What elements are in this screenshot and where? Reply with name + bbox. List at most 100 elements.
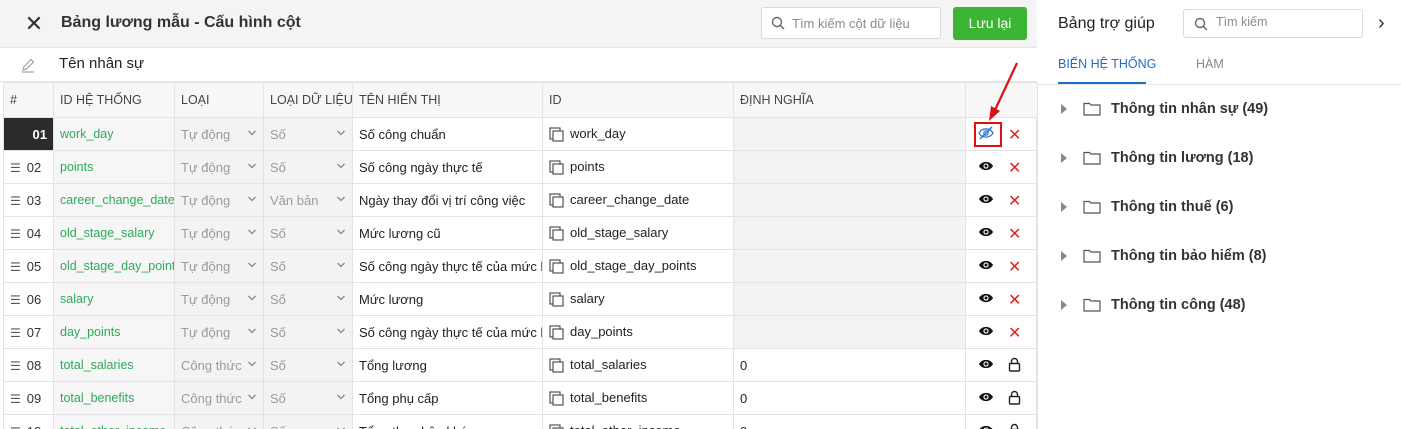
eye-icon[interactable] bbox=[978, 259, 994, 271]
id-cell[interactable]: points bbox=[542, 150, 734, 184]
drag-handle-icon[interactable]: ☰ bbox=[10, 293, 21, 307]
type-select[interactable]: Công thức bbox=[174, 348, 264, 382]
id-cell[interactable]: career_change_date bbox=[542, 183, 734, 217]
caret-right-icon[interactable] bbox=[1060, 250, 1068, 262]
type-select[interactable]: Công thức bbox=[174, 381, 264, 415]
delete-icon[interactable]: ✕ bbox=[1008, 191, 1021, 211]
definition-cell[interactable]: 0 bbox=[733, 348, 966, 382]
eye-icon[interactable] bbox=[978, 292, 994, 304]
row-index[interactable]: ☰ 09 bbox=[3, 381, 54, 415]
type-select[interactable]: Tự động bbox=[174, 315, 264, 349]
drag-handle-icon[interactable]: ☰ bbox=[10, 194, 21, 208]
drag-handle-icon[interactable]: ☰ bbox=[10, 227, 21, 241]
column-search-box[interactable] bbox=[761, 7, 941, 39]
table-row[interactable]: ☰ 09 total_benefits Công thức Số Tổng phụ cấp… bbox=[3, 381, 1038, 415]
data-type-select[interactable]: Số bbox=[263, 381, 353, 415]
data-type-select[interactable]: Số bbox=[263, 117, 353, 151]
drag-handle-icon[interactable]: ☰ bbox=[10, 326, 21, 340]
eye-icon[interactable] bbox=[978, 325, 994, 337]
eye-icon[interactable] bbox=[978, 160, 994, 172]
eye-icon[interactable] bbox=[978, 358, 994, 370]
close-icon[interactable]: ✕ bbox=[22, 12, 46, 36]
drag-handle-icon[interactable]: ☰ bbox=[10, 392, 21, 406]
drag-handle-icon[interactable]: ☰ bbox=[10, 425, 21, 429]
table-row[interactable]: ☰ 06 salary Tự động Số Mức lương salary ✕ bbox=[3, 282, 1038, 316]
column-search-input[interactable] bbox=[792, 14, 934, 32]
data-type-select[interactable]: Số bbox=[263, 216, 353, 250]
help-search-input[interactable] bbox=[1216, 15, 1356, 29]
copy-icon[interactable] bbox=[549, 391, 564, 406]
table-row[interactable]: ☰ 03 career_change_date_ Tự động Văn bản Ngày… bbox=[3, 183, 1038, 217]
help-search-box[interactable] bbox=[1183, 9, 1363, 38]
data-type-select[interactable]: Số bbox=[263, 282, 353, 316]
display-name-cell[interactable]: Số công ngày thực tế của mức l bbox=[352, 249, 543, 283]
definition-cell[interactable] bbox=[733, 249, 966, 283]
display-name-cell[interactable]: Số công ngày thực tế bbox=[352, 150, 543, 184]
definition-cell[interactable]: 0 bbox=[733, 381, 966, 415]
type-select[interactable]: Tự động bbox=[174, 183, 264, 217]
id-cell[interactable]: day_points bbox=[542, 315, 734, 349]
display-name-cell[interactable]: Ngày thay đổi vị trí công việc bbox=[352, 183, 543, 217]
drag-handle-icon[interactable]: ☰ bbox=[10, 161, 21, 175]
row-index[interactable]: ☰ 08 bbox=[3, 348, 54, 382]
tree-item[interactable]: Thông tin lương (18) bbox=[1058, 147, 1378, 171]
data-type-select[interactable]: Số bbox=[263, 249, 353, 283]
id-cell[interactable]: work_day bbox=[542, 117, 734, 151]
type-select[interactable]: Công thức bbox=[174, 414, 264, 429]
caret-right-icon[interactable] bbox=[1060, 201, 1068, 213]
save-button[interactable]: Lưu lại bbox=[953, 7, 1027, 40]
copy-icon[interactable] bbox=[549, 226, 564, 241]
eye-icon[interactable] bbox=[978, 193, 994, 205]
delete-icon[interactable]: ✕ bbox=[1008, 257, 1021, 277]
delete-icon[interactable]: ✕ bbox=[1008, 125, 1021, 145]
definition-cell[interactable] bbox=[733, 150, 966, 184]
definition-cell[interactable] bbox=[733, 117, 966, 151]
caret-right-icon[interactable] bbox=[1060, 152, 1068, 164]
drag-handle-icon[interactable]: ☰ bbox=[10, 359, 21, 373]
data-type-select[interactable]: Số bbox=[263, 150, 353, 184]
display-name-cell[interactable]: Tổng phụ cấp bbox=[352, 381, 543, 415]
copy-icon[interactable] bbox=[549, 127, 564, 142]
delete-icon[interactable]: ✕ bbox=[1008, 224, 1021, 244]
copy-icon[interactable] bbox=[549, 358, 564, 373]
type-select[interactable]: Tự động bbox=[174, 282, 264, 316]
type-select[interactable]: Tự động bbox=[174, 150, 264, 184]
table-row[interactable]: ☰ 05 old_stage_day_points Tự động Số Số công … bbox=[3, 249, 1038, 283]
id-cell[interactable]: old_stage_salary bbox=[542, 216, 734, 250]
table-row[interactable]: ☰ 07 day_points Tự động Số Số công ngày thực … bbox=[3, 315, 1038, 349]
definition-cell[interactable]: 0 bbox=[733, 414, 966, 429]
tree-item[interactable]: Thông tin bảo hiểm (8) bbox=[1058, 245, 1378, 269]
tree-item[interactable]: Thông tin thuế (6) bbox=[1058, 196, 1378, 220]
definition-cell[interactable] bbox=[733, 282, 966, 316]
id-cell[interactable]: old_stage_day_points bbox=[542, 249, 734, 283]
definition-cell[interactable] bbox=[733, 183, 966, 217]
display-name-cell[interactable]: Số công chuẩn bbox=[352, 117, 543, 151]
data-type-select[interactable]: Số bbox=[263, 315, 353, 349]
display-name-cell[interactable]: Số công ngày thực tế của mức l bbox=[352, 315, 543, 349]
copy-icon[interactable] bbox=[549, 193, 564, 208]
chevron-right-icon[interactable]: › bbox=[1378, 12, 1385, 35]
copy-icon[interactable] bbox=[549, 160, 564, 175]
id-cell[interactable]: salary bbox=[542, 282, 734, 316]
row-index[interactable]: ☰ 02 bbox=[3, 150, 54, 184]
row-index[interactable]: ☰ 05 bbox=[3, 249, 54, 283]
delete-icon[interactable]: ✕ bbox=[1008, 158, 1021, 178]
caret-right-icon[interactable] bbox=[1060, 103, 1068, 115]
row-index[interactable]: ☰ 10 bbox=[3, 414, 54, 429]
tab-system-variables[interactable]: BIẾN HỆ THỐNG bbox=[1058, 57, 1156, 71]
template-name-input[interactable] bbox=[59, 55, 459, 72]
tree-item[interactable]: Thông tin công (48) bbox=[1058, 294, 1378, 318]
row-index[interactable]: 01 bbox=[3, 117, 54, 151]
tree-item[interactable]: Thông tin nhân sự (49) bbox=[1058, 98, 1378, 122]
table-row[interactable]: ☰ 02 points Tự động Số Số công ngày thực tế po… bbox=[3, 150, 1038, 184]
table-row[interactable]: ☰ 04 old_stage_salary Tự động Số Mức lương cũ… bbox=[3, 216, 1038, 250]
display-name-cell[interactable]: Tổng thu nhập khác bbox=[352, 414, 543, 429]
definition-cell[interactable] bbox=[733, 216, 966, 250]
display-name-cell[interactable]: Mức lương bbox=[352, 282, 543, 316]
id-cell[interactable]: total_salaries bbox=[542, 348, 734, 382]
data-type-select[interactable]: Số bbox=[263, 414, 353, 429]
definition-cell[interactable] bbox=[733, 315, 966, 349]
id-cell[interactable]: total_other_income bbox=[542, 414, 734, 429]
copy-icon[interactable] bbox=[549, 259, 564, 274]
eye-icon[interactable] bbox=[978, 391, 994, 403]
